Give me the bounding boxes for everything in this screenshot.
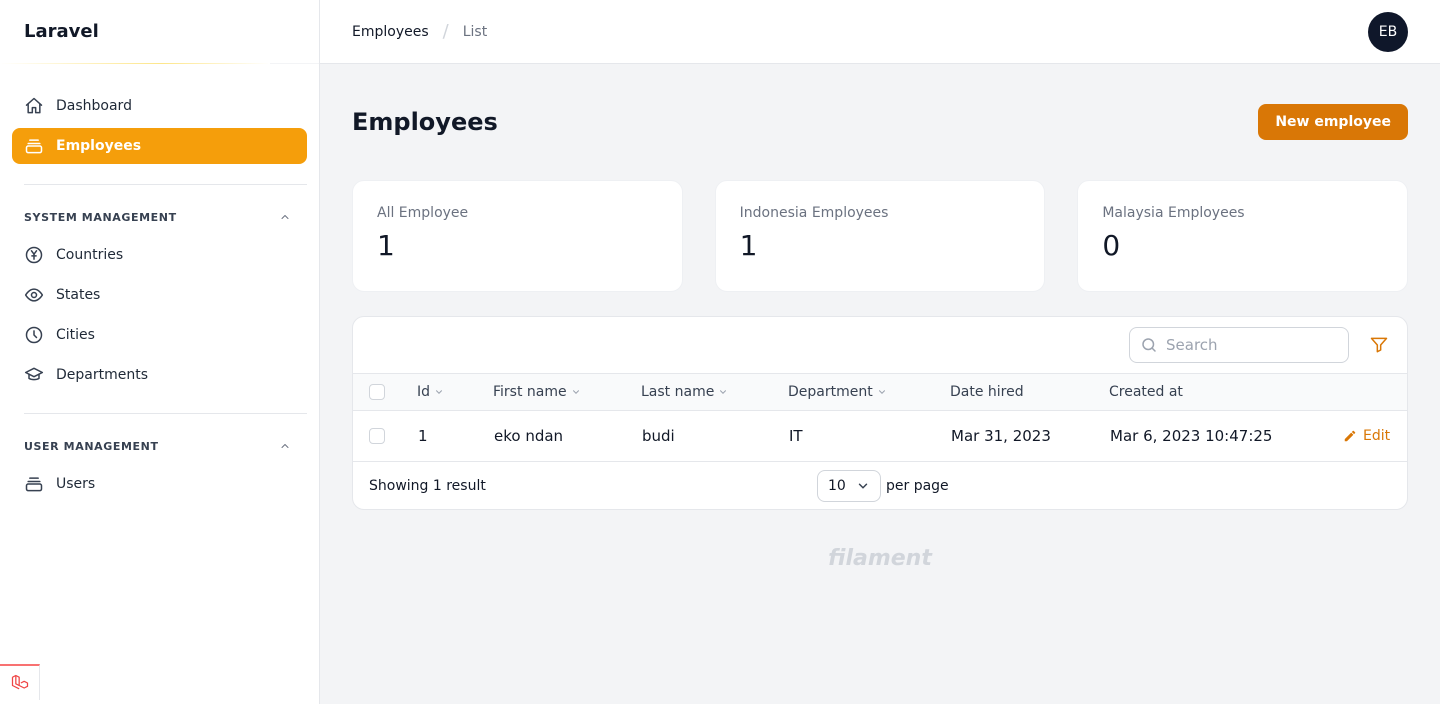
cell-date-hired: Mar 31, 2023 (951, 427, 1051, 445)
column-label: Last name (641, 384, 715, 400)
chevron-down-icon (435, 390, 443, 394)
chevron-down-icon (878, 390, 885, 394)
topbar: Employees / List EB (320, 0, 1440, 64)
table-footer: Showing 1 result 10 per page (353, 462, 1407, 509)
sidebar-item-states[interactable]: States (12, 277, 307, 313)
chevron-up-icon (281, 444, 289, 448)
cell-id: 1 (418, 427, 428, 445)
stat-card: Malaysia Employees 0 (1077, 180, 1409, 292)
sidebar-item-users[interactable]: Users (12, 466, 307, 502)
main-content: Employees New employee All Employee 1 In… (352, 64, 1409, 510)
academic-cap-icon (24, 365, 44, 385)
chevron-up-icon (281, 215, 289, 219)
results-count: Showing 1 result (369, 478, 486, 494)
sidebar-item-label: Departments (56, 367, 149, 383)
sidebar-nav: Dashboard Employees SYSTEM MANAGEMENT Co… (0, 64, 319, 502)
breadcrumb-item: List (462, 23, 488, 40)
column-label: First name (493, 384, 567, 400)
employees-table: Id First name Last name Department Date … (352, 316, 1408, 510)
sidebar-item-label: Countries (56, 247, 124, 263)
table-row[interactable]: 1 eko ndan budi IT Mar 31, 2023 Mar 6, 2… (353, 411, 1407, 462)
select-all-checkbox[interactable] (369, 384, 385, 400)
row-checkbox[interactable] (369, 428, 385, 444)
stats-widgets: All Employee 1 Indonesia Employees 1 Mal… (352, 180, 1409, 292)
laravel-debug-icon[interactable] (0, 664, 40, 700)
collection-icon (24, 474, 44, 494)
column-header-department[interactable]: Department (788, 384, 887, 400)
sidebar-item-label: Dashboard (56, 98, 132, 114)
eye-icon (24, 285, 44, 305)
stat-label: Malaysia Employees (1102, 205, 1245, 221)
edit-action[interactable]: Edit (1343, 428, 1390, 444)
per-page-label: per page (886, 478, 949, 494)
group-title: SYSTEM MANAGEMENT (24, 210, 177, 224)
group-header-system-management[interactable]: SYSTEM MANAGEMENT (12, 205, 307, 229)
avatar[interactable]: EB (1368, 12, 1408, 52)
row-select-cell (369, 428, 385, 444)
sidebar-item-countries[interactable]: Countries (12, 237, 307, 273)
home-icon (24, 96, 44, 116)
nav-divider (24, 184, 307, 185)
stat-label: Indonesia Employees (739, 205, 889, 221)
sidebar-item-employees[interactable]: Employees (12, 128, 307, 164)
clock-icon (24, 325, 44, 345)
sidebar-item-cities[interactable]: Cities (12, 317, 307, 353)
column-label: Date hired (950, 384, 1024, 400)
search-icon (1142, 338, 1156, 352)
page-title: Employees (352, 108, 498, 136)
cell-created-at: Mar 6, 2023 10:47:25 (1110, 427, 1273, 445)
stat-card: Indonesia Employees 1 (714, 180, 1046, 292)
group-title: USER MANAGEMENT (24, 439, 159, 453)
select-all-cell (369, 384, 385, 400)
filament-logo[interactable]: filament (352, 546, 1408, 571)
filter-icon (1370, 337, 1388, 353)
cell-department: IT (789, 427, 803, 445)
sidebar-item-departments[interactable]: Departments (12, 357, 307, 393)
column-label: Department (788, 384, 873, 400)
stat-label: All Employee (377, 205, 469, 221)
chevron-down-icon (720, 390, 727, 394)
sidebar-item-label: Employees (56, 138, 142, 154)
stat-value: 1 (377, 229, 395, 262)
cell-first-name: eko ndan (494, 427, 564, 445)
sidebar-item-label: Users (56, 476, 96, 492)
cell-last-name: budi (642, 427, 675, 445)
sidebar: Laravel Dashboard Employees SYSTEM MANAG… (0, 0, 320, 704)
breadcrumb-item[interactable]: Employees (352, 24, 429, 40)
page-header: Employees New employee (352, 104, 1408, 140)
collection-icon (24, 136, 44, 156)
column-label: Created at (1109, 384, 1183, 400)
edit-link[interactable]: Edit (1343, 428, 1390, 444)
edit-label: Edit (1363, 428, 1391, 444)
stat-value: 1 (739, 229, 758, 262)
column-header-id[interactable]: Id (417, 384, 444, 400)
column-header-first-name[interactable]: First name (493, 384, 581, 400)
table-toolbar (353, 317, 1407, 374)
column-header-last-name[interactable]: Last name (641, 384, 728, 400)
nav-divider (24, 413, 307, 414)
column-header-created-at: Created at (1109, 384, 1183, 400)
breadcrumb-separator: / (442, 21, 449, 42)
filter-button[interactable] (1367, 333, 1391, 357)
stat-value: 0 (1102, 229, 1121, 262)
group-header-user-management[interactable]: USER MANAGEMENT (12, 434, 307, 458)
breadcrumb: Employees / List (352, 21, 487, 42)
sidebar-item-dashboard[interactable]: Dashboard (12, 88, 307, 124)
chevron-down-icon (572, 390, 579, 394)
pencil-icon (1344, 430, 1356, 442)
stat-card: All Employee 1 (352, 180, 683, 292)
per-page-value: 10 (828, 478, 846, 494)
per-page-select[interactable]: 10 (817, 470, 881, 502)
sidebar-item-label: States (56, 287, 101, 303)
table-header: Id First name Last name Department Date … (353, 374, 1407, 411)
chevron-down-icon (858, 483, 868, 489)
currency-yen-icon (24, 245, 44, 265)
search-input[interactable] (1166, 336, 1336, 354)
column-label: Id (417, 384, 431, 400)
search-box[interactable] (1129, 327, 1349, 363)
new-employee-button[interactable]: New employee (1258, 104, 1408, 140)
sidebar-item-label: Cities (56, 327, 95, 343)
column-header-date-hired: Date hired (950, 384, 1024, 400)
brand-logo[interactable]: Laravel (0, 0, 319, 64)
